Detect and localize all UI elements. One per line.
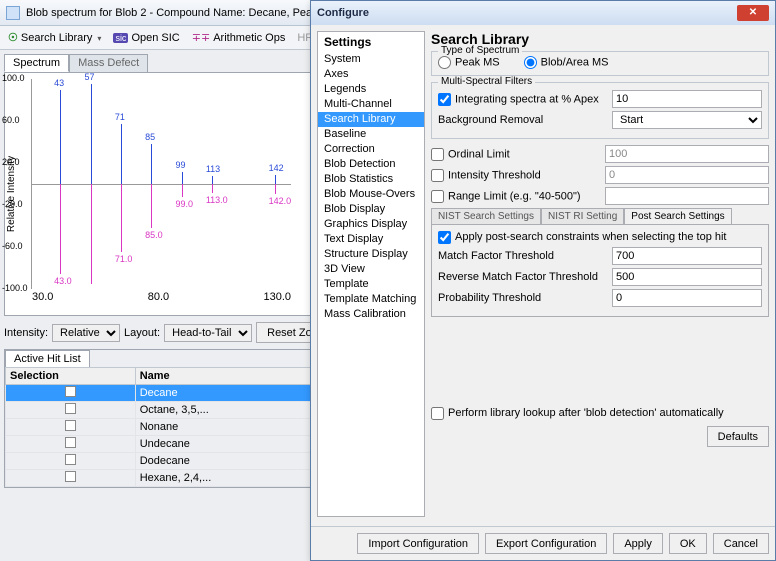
settings-header: Settings (318, 32, 424, 52)
apply-button[interactable]: Apply (613, 533, 663, 554)
open-sic-button[interactable]: sicOpen SIC (109, 31, 183, 45)
ordinal-limit-input[interactable] (605, 145, 769, 163)
settings-item[interactable]: Structure Display (318, 247, 424, 262)
cancel-button[interactable]: Cancel (713, 533, 769, 554)
arithmetic-ops-button[interactable]: ∓∓Arithmetic Ops (188, 30, 290, 45)
background-removal-select[interactable]: Start (612, 111, 762, 129)
settings-item[interactable]: Baseline Correction (318, 127, 424, 157)
app-icon (6, 6, 20, 20)
settings-item[interactable]: Blob Display (318, 202, 424, 217)
background-removal-label: Background Removal (438, 114, 606, 126)
intensity-label: Intensity: (4, 327, 48, 339)
y-axis-label: Relative Intensity (6, 156, 17, 232)
settings-item[interactable]: Text Display (318, 232, 424, 247)
layout-select[interactable]: Head-to-Tail (164, 324, 252, 342)
hit-list-title[interactable]: Active Hit List (5, 350, 90, 367)
settings-item[interactable]: 3D View (318, 262, 424, 277)
defaults-button[interactable]: Defaults (707, 426, 769, 447)
dialog-title: Configure (317, 7, 369, 19)
range-limit-input[interactable] (605, 187, 769, 205)
intensity-select[interactable]: Relative (52, 324, 120, 342)
import-config-button[interactable]: Import Configuration (357, 533, 479, 554)
tab-spectrum[interactable]: Spectrum (4, 54, 69, 72)
settings-item[interactable]: Search Library (318, 112, 424, 127)
tab-mass-defect[interactable]: Mass Defect (69, 54, 148, 72)
dialog-title-bar: Configure ✕ (311, 1, 775, 25)
settings-item[interactable]: System (318, 52, 424, 67)
settings-item[interactable]: Template Matching (318, 292, 424, 307)
tab-nist-ri[interactable]: NIST RI Setting (541, 208, 624, 224)
range-limit-check[interactable]: Range Limit (e.g. "40-500") (431, 190, 599, 203)
layout-label: Layout: (124, 327, 160, 339)
multispectral-group: Multi-Spectral Filters Integrating spect… (431, 82, 769, 139)
settings-item[interactable]: Template (318, 277, 424, 292)
settings-item[interactable]: Multi-Channel (318, 97, 424, 112)
blob-area-ms-radio[interactable]: Blob/Area MS (524, 56, 609, 69)
mft-label: Match Factor Threshold (438, 250, 606, 262)
rmft-input[interactable] (612, 268, 762, 286)
ordinal-limit-check[interactable]: Ordinal Limit (431, 148, 599, 161)
settings-item[interactable]: Axes (318, 67, 424, 82)
search-library-button[interactable]: ☉Search Library (4, 30, 105, 45)
type-of-spectrum-group: Type of Spectrum Peak MS Blob/Area MS (431, 51, 769, 76)
column-header[interactable]: Name (135, 368, 315, 385)
ok-button[interactable]: OK (669, 533, 707, 554)
close-icon[interactable]: ✕ (737, 5, 769, 21)
settings-item[interactable]: Blob Mouse-Overs (318, 187, 424, 202)
settings-tree: Settings SystemAxesLegendsMulti-ChannelS… (317, 31, 425, 517)
integrating-check[interactable]: Integrating spectra at % Apex (438, 93, 606, 106)
settings-item[interactable]: Legends (318, 82, 424, 97)
perform-lookup-check[interactable]: Perform library lookup after 'blob detec… (431, 407, 724, 419)
pt-label: Probability Threshold (438, 292, 606, 304)
tab-nist-search[interactable]: NIST Search Settings (431, 208, 541, 224)
intensity-threshold-check[interactable]: Intensity Threshold (431, 169, 599, 182)
column-header[interactable]: Selection (6, 368, 136, 385)
intensity-threshold-input[interactable] (605, 166, 769, 184)
mft-input[interactable] (612, 247, 762, 265)
tab-post-search[interactable]: Post Search Settings (624, 208, 731, 224)
peak-ms-radio[interactable]: Peak MS (438, 56, 500, 69)
settings-item[interactable]: Blob Statistics (318, 172, 424, 187)
integrating-input[interactable] (612, 90, 762, 108)
pt-input[interactable] (612, 289, 762, 307)
export-config-button[interactable]: Export Configuration (485, 533, 607, 554)
rmft-label: Reverse Match Factor Threshold (438, 271, 606, 283)
settings-item[interactable]: Mass Calibration (318, 307, 424, 322)
settings-item[interactable]: Blob Detection (318, 157, 424, 172)
configure-dialog: Configure ✕ Settings SystemAxesLegendsMu… (310, 0, 776, 561)
apply-post-check[interactable]: Apply post-search constraints when selec… (438, 231, 726, 243)
settings-item[interactable]: Graphics Display (318, 217, 424, 232)
